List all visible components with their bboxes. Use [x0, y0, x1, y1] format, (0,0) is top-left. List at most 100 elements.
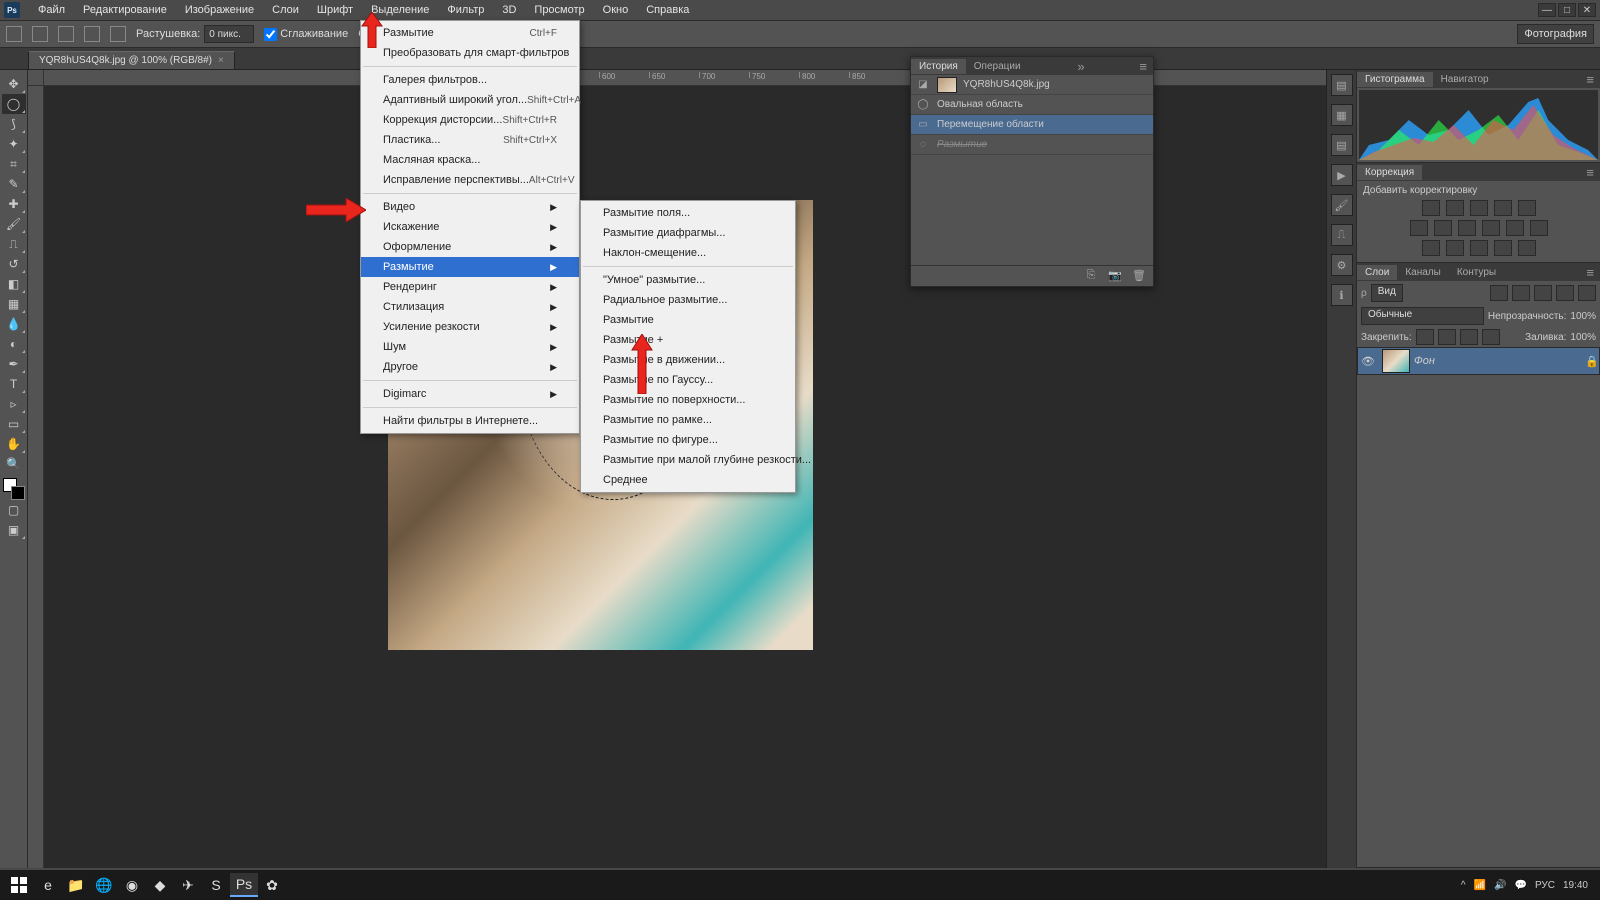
- adj-invert-icon[interactable]: [1422, 240, 1440, 256]
- history-brush-tool-icon[interactable]: ↺: [2, 254, 26, 274]
- menu-item[interactable]: Масляная краска...: [361, 150, 579, 170]
- menu-item[interactable]: Искажение▶: [361, 217, 579, 237]
- menu-item[interactable]: Digimarc▶: [361, 384, 579, 404]
- move-tool-icon[interactable]: ✥: [2, 74, 26, 94]
- dock-clone-icon[interactable]: ⎍: [1331, 224, 1353, 246]
- path-select-tool-icon[interactable]: ▹: [2, 394, 26, 414]
- lock-trans-icon[interactable]: [1416, 329, 1434, 345]
- antialias-checkbox[interactable]: Сглаживание: [264, 28, 348, 41]
- tb-app-icon[interactable]: ◆: [146, 873, 174, 897]
- menu-3d[interactable]: 3D: [494, 2, 524, 18]
- tb-app3-icon[interactable]: ✿: [258, 873, 286, 897]
- adj-selcolor-icon[interactable]: [1518, 240, 1536, 256]
- gradient-tool-icon[interactable]: ▦: [2, 294, 26, 314]
- history-step[interactable]: ▭ Перемещение области: [911, 115, 1153, 135]
- fill-value[interactable]: 100%: [1570, 332, 1596, 343]
- menu-item[interactable]: "Умное" размытие...: [581, 270, 795, 290]
- menu-item[interactable]: Размытие▶: [361, 257, 579, 277]
- history-snapshot[interactable]: ◪ YQR8hUS4Q8k.jpg: [911, 75, 1153, 95]
- tab-channels[interactable]: Каналы: [1397, 265, 1449, 280]
- menu-item[interactable]: РазмытиеCtrl+F: [361, 23, 579, 43]
- shape-tool-icon[interactable]: ▭: [2, 414, 26, 434]
- tray-volume-icon[interactable]: 🔊: [1494, 880, 1506, 891]
- dock-actions-icon[interactable]: ▶: [1331, 164, 1353, 186]
- tab-navigator[interactable]: Навигатор: [1433, 72, 1497, 87]
- menu-type[interactable]: Шрифт: [309, 2, 361, 18]
- panel-menu-icon[interactable]: ≡: [1133, 59, 1153, 74]
- menu-item[interactable]: Размытие диафрагмы...: [581, 223, 795, 243]
- menu-item[interactable]: Размытие в движении...: [581, 350, 795, 370]
- menu-item[interactable]: Коррекция дисторсии...Shift+Ctrl+R: [361, 110, 579, 130]
- layer-thumbnail[interactable]: [1382, 349, 1410, 373]
- dock-styles-icon[interactable]: ▤: [1331, 134, 1353, 156]
- tb-photoshop-icon[interactable]: Ps: [230, 873, 258, 897]
- lock-all-icon[interactable]: [1482, 329, 1500, 345]
- menu-item[interactable]: Размытие по поверхности...: [581, 390, 795, 410]
- menu-layer[interactable]: Слои: [264, 2, 307, 18]
- menu-item[interactable]: Другое▶: [361, 357, 579, 377]
- menu-item[interactable]: Видео▶: [361, 197, 579, 217]
- menu-item[interactable]: Исправление перспективы...Alt+Ctrl+V: [361, 170, 579, 190]
- tray-network-icon[interactable]: 📶: [1474, 880, 1486, 891]
- menu-item[interactable]: Преобразовать для смарт-фильтров: [361, 43, 579, 63]
- zoom-tool-icon[interactable]: 🔍: [2, 454, 26, 474]
- menu-item[interactable]: Размытие по Гауссу...: [581, 370, 795, 390]
- tray-show-hidden-icon[interactable]: ^: [1461, 880, 1466, 891]
- dock-color-icon[interactable]: ▤: [1331, 74, 1353, 96]
- filter-smart-icon[interactable]: [1578, 285, 1596, 301]
- menu-item[interactable]: Размытие по фигуре...: [581, 430, 795, 450]
- workspace-switcher[interactable]: Фотография: [1517, 24, 1594, 44]
- lock-pos-icon[interactable]: [1460, 329, 1478, 345]
- stamp-tool-icon[interactable]: ⎍: [2, 234, 26, 254]
- tab-actions[interactable]: Операции: [966, 59, 1029, 74]
- panel-menu-icon[interactable]: ≡: [1580, 265, 1600, 280]
- dock-info-icon[interactable]: ℹ: [1331, 284, 1353, 306]
- brush-tool-icon[interactable]: 🖌: [2, 214, 26, 234]
- tb-edge-icon[interactable]: 🌐: [90, 873, 118, 897]
- menu-view[interactable]: Просмотр: [526, 2, 592, 18]
- menu-item[interactable]: Адаптивный широкий угол...Shift+Ctrl+A: [361, 90, 579, 110]
- blur-submenu[interactable]: Размытие поля...Размытие диафрагмы...Нак…: [580, 200, 796, 493]
- dock-swatches-icon[interactable]: ▦: [1331, 104, 1353, 126]
- tb-app2-icon[interactable]: ✈: [174, 873, 202, 897]
- menu-item[interactable]: Наклон-смещение...: [581, 243, 795, 263]
- menu-item[interactable]: Размытие по рамке...: [581, 410, 795, 430]
- document-tab-close-icon[interactable]: ×: [218, 55, 224, 66]
- layer-row-background[interactable]: 👁 Фон 🔒: [1357, 347, 1600, 375]
- menu-item[interactable]: Размытие: [581, 310, 795, 330]
- start-button[interactable]: [4, 873, 34, 897]
- adj-lookup-icon[interactable]: [1530, 220, 1548, 236]
- eyedropper-tool-icon[interactable]: ✎: [2, 174, 26, 194]
- menu-item[interactable]: Шум▶: [361, 337, 579, 357]
- menu-file[interactable]: Файл: [30, 2, 73, 18]
- panel-menu-icon[interactable]: ≡: [1580, 72, 1600, 87]
- tray-lang[interactable]: РУС: [1535, 880, 1555, 891]
- menu-item[interactable]: Галерея фильтров...: [361, 70, 579, 90]
- tab-histogram[interactable]: Гистограмма: [1357, 72, 1433, 87]
- adj-hue-icon[interactable]: [1410, 220, 1428, 236]
- history-step-undone[interactable]: ◌ Размытие: [911, 135, 1153, 155]
- blur-tool-icon[interactable]: 💧: [2, 314, 26, 334]
- tb-chrome-icon[interactable]: ◉: [118, 873, 146, 897]
- menu-item[interactable]: Усиление резкости▶: [361, 317, 579, 337]
- filter-adj-icon[interactable]: [1512, 285, 1530, 301]
- adj-photo-icon[interactable]: [1482, 220, 1500, 236]
- adj-colbal-icon[interactable]: [1434, 220, 1452, 236]
- blend-mode-dropdown[interactable]: Обычные: [1361, 307, 1484, 325]
- menu-window[interactable]: Окно: [595, 2, 637, 18]
- tab-paths[interactable]: Контуры: [1449, 265, 1504, 280]
- marquee-mode-subtract-icon[interactable]: [84, 26, 100, 42]
- layer-name[interactable]: Фон: [1414, 355, 1585, 367]
- magic-wand-tool-icon[interactable]: ✦: [2, 134, 26, 154]
- adj-levels-icon[interactable]: [1446, 200, 1464, 216]
- adj-chmix-icon[interactable]: [1506, 220, 1524, 236]
- new-snapshot-icon[interactable]: 📷: [1107, 269, 1123, 283]
- marquee-mode-intersect-icon[interactable]: [110, 26, 126, 42]
- tab-history[interactable]: История: [911, 59, 966, 74]
- maximize-button[interactable]: □: [1558, 3, 1576, 17]
- menu-item[interactable]: Найти фильтры в Интернете...: [361, 411, 579, 431]
- lasso-tool-icon[interactable]: ⟆: [2, 114, 26, 134]
- menu-item[interactable]: Пластика...Shift+Ctrl+X: [361, 130, 579, 150]
- menu-item[interactable]: Среднее: [581, 470, 795, 490]
- opacity-value[interactable]: 100%: [1570, 311, 1596, 322]
